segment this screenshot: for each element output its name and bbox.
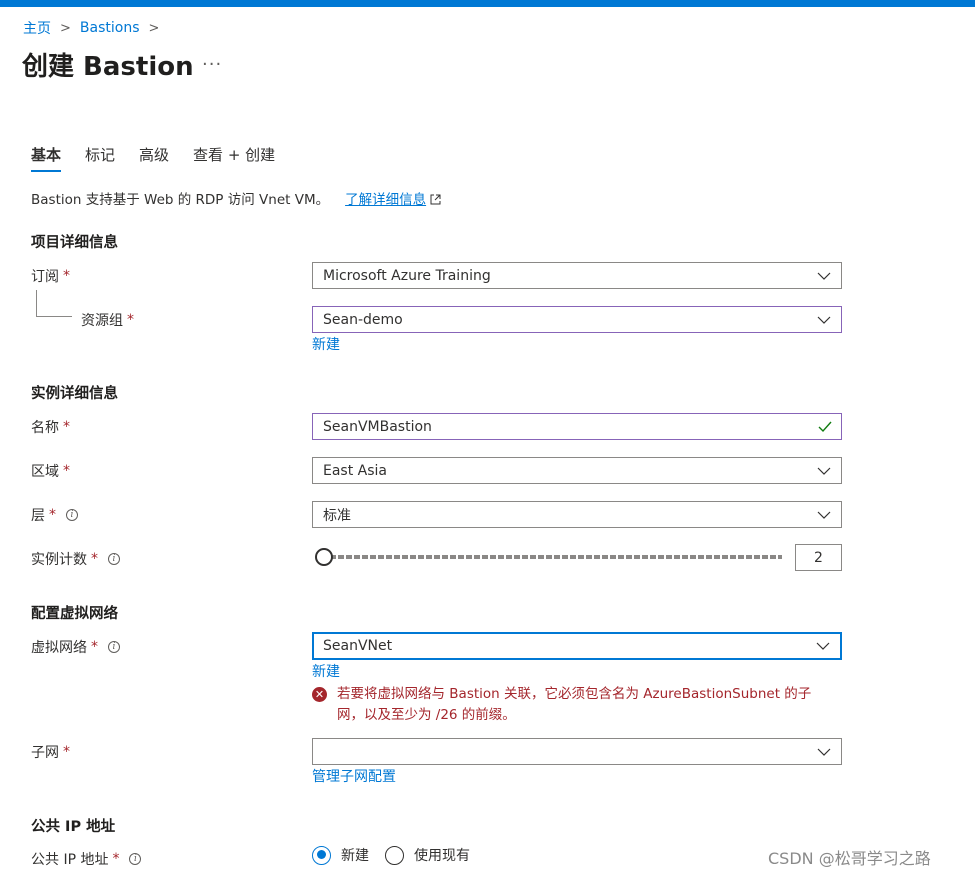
- breadcrumb: 主页 > Bastions >: [23, 18, 168, 38]
- info-icon[interactable]: i: [129, 853, 142, 865]
- external-link-icon: [430, 193, 441, 204]
- instance-count-slider-thumb[interactable]: [315, 548, 333, 566]
- tab-basics[interactable]: 基本: [31, 144, 62, 172]
- subscription-value: Microsoft Azure Training: [323, 267, 491, 284]
- radio-create-new[interactable]: [312, 845, 331, 865]
- subscription-label: 订阅 *: [31, 268, 70, 285]
- tier-value: 标准: [323, 507, 351, 524]
- breadcrumb-bastions-link[interactable]: Bastions: [80, 20, 140, 36]
- public-ip-radio-group: 新建 使用现有: [312, 845, 486, 865]
- tier-dropdown[interactable]: 标准: [312, 501, 842, 528]
- manage-subnet-link[interactable]: 管理子网配置: [312, 766, 396, 786]
- tab-tags[interactable]: 标记: [85, 144, 115, 172]
- description: Bastion 支持基于 Web 的 RDP 访问 Vnet VM。 了解详细信…: [31, 188, 441, 208]
- new-resource-group-link[interactable]: 新建: [312, 334, 340, 354]
- section-public-ip: 公共 IP 地址: [31, 819, 116, 835]
- virtual-network-dropdown[interactable]: SeanVNet: [312, 632, 842, 660]
- tab-advanced[interactable]: 高级: [139, 144, 169, 172]
- subnet-dropdown[interactable]: [312, 738, 842, 765]
- info-icon[interactable]: i: [108, 641, 120, 653]
- radio-use-existing[interactable]: [385, 845, 404, 865]
- name-field-wrapper: [312, 413, 842, 440]
- chevron-down-icon: [817, 316, 831, 324]
- info-icon[interactable]: i: [108, 553, 120, 565]
- chevron-down-icon: [817, 272, 831, 280]
- subscription-dropdown[interactable]: Microsoft Azure Training: [312, 262, 842, 289]
- region-value: East Asia: [323, 462, 387, 479]
- resource-group-label: 资源组 *: [81, 312, 134, 329]
- tier-label: 层 * i: [31, 505, 78, 525]
- page-title: 创建 Bastion: [22, 52, 194, 82]
- resource-group-value: Sean-demo: [323, 311, 403, 328]
- info-icon[interactable]: i: [66, 509, 78, 521]
- new-virtual-network-link[interactable]: 新建: [312, 661, 340, 681]
- instance-count-slider-track[interactable]: [330, 555, 782, 559]
- top-accent-bar: [0, 0, 975, 7]
- breadcrumb-home-link[interactable]: 主页: [23, 18, 51, 38]
- tree-line: [36, 290, 37, 316]
- instance-count-label: 实例计数 * i: [31, 549, 120, 569]
- learn-more-link[interactable]: 了解详细信息: [345, 188, 426, 208]
- watermark: CSDN @松哥学习之路: [768, 849, 931, 868]
- tree-line: [36, 316, 72, 317]
- error-icon: ✕: [312, 687, 327, 702]
- checkmark-icon: [818, 421, 832, 432]
- radio-create-new-label: 新建: [341, 848, 369, 864]
- section-project-details: 项目详细信息: [31, 235, 118, 251]
- section-instance-details: 实例详细信息: [31, 386, 118, 402]
- breadcrumb-separator: >: [60, 20, 71, 36]
- breadcrumb-separator: >: [148, 20, 160, 36]
- virtual-network-value: SeanVNet: [323, 638, 393, 654]
- name-input[interactable]: [312, 413, 842, 440]
- tab-bar: 基本 标记 高级 查看 + 创建: [31, 144, 299, 172]
- region-dropdown[interactable]: East Asia: [312, 457, 842, 484]
- subnet-label: 子网 *: [31, 744, 70, 761]
- section-virtual-network: 配置虚拟网络: [31, 606, 118, 622]
- more-options-button[interactable]: ···: [202, 54, 222, 75]
- public-ip-label: 公共 IP 地址 * i: [31, 849, 142, 869]
- radio-use-existing-label: 使用现有: [414, 848, 470, 864]
- name-label: 名称 *: [31, 419, 70, 436]
- error-text: 若要将虚拟网络与 Bastion 关联，它必须包含名为 AzureBastion…: [337, 686, 812, 723]
- chevron-down-icon: [816, 642, 830, 650]
- instance-count-input[interactable]: [795, 544, 842, 571]
- tab-review-create[interactable]: 查看 + 创建: [193, 144, 275, 172]
- vnet-error-message: ✕ 若要将虚拟网络与 Bastion 关联，它必须包含名为 AzureBasti…: [312, 684, 832, 726]
- description-text: Bastion 支持基于 Web 的 RDP 访问 Vnet VM。: [31, 192, 330, 208]
- chevron-down-icon: [817, 748, 831, 756]
- resource-group-dropdown[interactable]: Sean-demo: [312, 306, 842, 333]
- region-label: 区域 *: [31, 463, 70, 480]
- chevron-down-icon: [817, 467, 831, 475]
- virtual-network-label: 虚拟网络 * i: [31, 637, 120, 657]
- chevron-down-icon: [817, 511, 831, 519]
